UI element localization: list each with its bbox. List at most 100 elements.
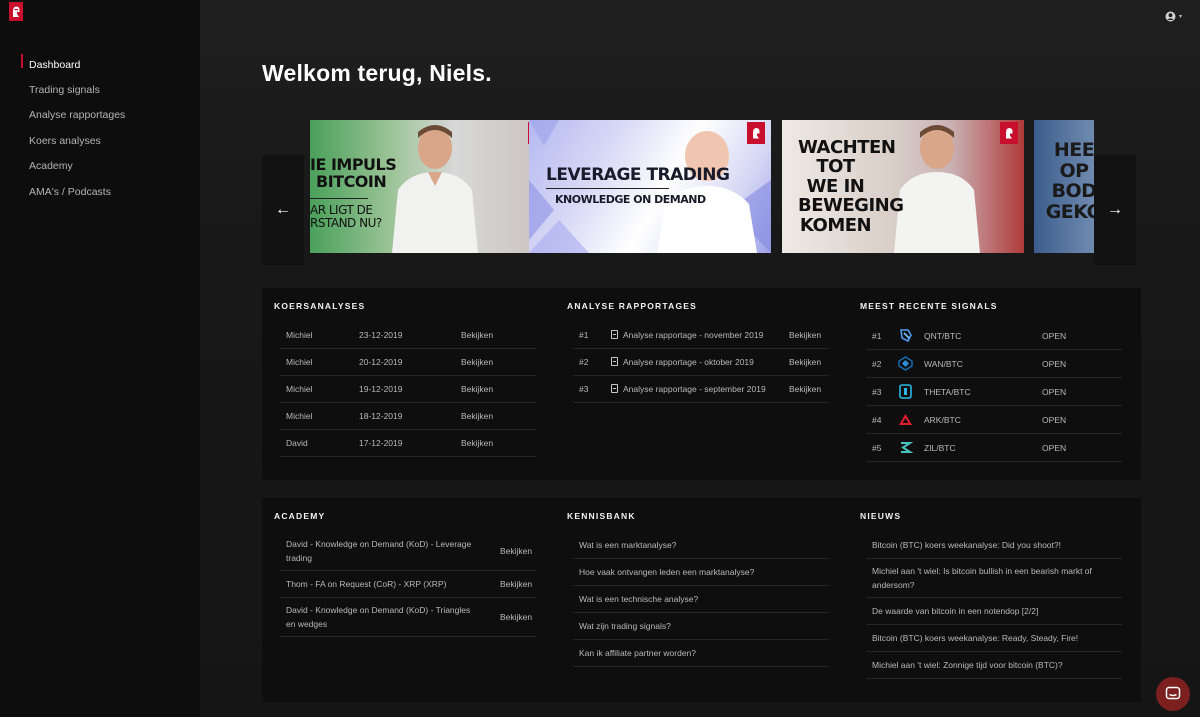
news-link[interactable]: Michiel aan 't wiel: Zonnige tijd voor b… bbox=[872, 660, 1063, 670]
sidebar-item-trading-signals[interactable]: Trading signals bbox=[0, 77, 125, 102]
list-item[interactable]: Wat is een technische analyse? bbox=[573, 586, 829, 613]
signal-row[interactable]: #3 THETA/BTC OPEN bbox=[866, 378, 1122, 406]
section-title: KENNISBANK bbox=[567, 511, 636, 521]
faq-link[interactable]: Wat is een technische analyse? bbox=[579, 594, 698, 604]
logo[interactable] bbox=[9, 2, 23, 21]
analyse-rapportages-section: ANALYSE RAPPORTAGES #1 Analyse rapportag… bbox=[555, 288, 829, 403]
sidebar-item-analyse-rapportages[interactable]: Analyse rapportages bbox=[0, 103, 125, 128]
view-link[interactable]: Bekijken bbox=[789, 384, 821, 394]
table-row[interactable]: Michiel 18-12-2019 Bekijken bbox=[280, 403, 536, 430]
video-card[interactable]: IE IMPULS BITCOIN AR LIGT DE RSTAND NU? bbox=[310, 120, 552, 253]
zil-icon bbox=[901, 442, 913, 453]
divider bbox=[310, 198, 368, 199]
section-title: ANALYSE RAPPORTAGES bbox=[567, 301, 698, 311]
brand-badge bbox=[1000, 122, 1018, 144]
list-item[interactable]: Kan ik affiliate partner worden? bbox=[573, 640, 829, 667]
sidebar-item-koers-analyses[interactable]: Koers analyses bbox=[0, 128, 125, 153]
signal-row[interactable]: #2 WAN/BTC OPEN bbox=[866, 350, 1122, 378]
view-link[interactable]: Bekijken bbox=[461, 411, 493, 421]
view-link[interactable]: Bekijken bbox=[461, 438, 493, 448]
chat-bubble-icon bbox=[1165, 686, 1181, 700]
news-link[interactable]: Bitcoin (BTC) koers weekanalyse: Did you… bbox=[872, 540, 1061, 550]
card-title-line: BOD bbox=[1051, 180, 1094, 203]
table-row[interactable]: David - Knowledge on Demand (KoD) - Tria… bbox=[280, 598, 536, 638]
rank: #4 bbox=[872, 414, 882, 425]
knight-helmet-icon bbox=[13, 6, 20, 17]
pair: THETA/BTC bbox=[924, 386, 971, 397]
list-item[interactable]: Hoe vaak ontvangen leden een marktanalys… bbox=[573, 559, 829, 586]
table-row[interactable]: #3 Analyse rapportage - september 2019 B… bbox=[573, 376, 829, 403]
news-link[interactable]: Michiel aan 't wiel: Is bitcoin bullish … bbox=[872, 564, 1112, 592]
faq-link[interactable]: Wat is een marktanalyse? bbox=[579, 540, 676, 550]
author: Michiel bbox=[286, 357, 313, 367]
table-row[interactable]: #1 Analyse rapportage - november 2019 Be… bbox=[573, 322, 829, 349]
list-item[interactable]: Wat is een marktanalyse? bbox=[573, 532, 829, 559]
carousel-prev-button[interactable]: ← bbox=[262, 155, 304, 265]
video-card[interactable]: WACHTEN TOT WE IN BEWEGING KOMEN bbox=[782, 120, 1024, 253]
video-card[interactable]: HEE OP BOD GEKO bbox=[1034, 120, 1094, 253]
signal-row[interactable]: #5 ZIL/BTC OPEN bbox=[866, 434, 1122, 462]
view-link[interactable]: Bekijken bbox=[500, 579, 532, 589]
date: 19-12-2019 bbox=[359, 384, 403, 394]
status-badge: OPEN bbox=[1042, 330, 1067, 341]
faq-link[interactable]: Kan ik affiliate partner worden? bbox=[579, 648, 696, 658]
section-title: MEEST RECENTE SIGNALS bbox=[860, 301, 998, 311]
sidebar-item-amas-podcasts[interactable]: AMA's / Podcasts bbox=[0, 179, 125, 204]
card-title-line: BEWEGING bbox=[798, 195, 904, 217]
table-row[interactable]: Michiel 19-12-2019 Bekijken bbox=[280, 376, 536, 403]
list-item[interactable]: Wat zijn trading signals? bbox=[573, 613, 829, 640]
presenter-image bbox=[392, 125, 478, 253]
pair: ARK/BTC bbox=[924, 414, 961, 425]
table-row[interactable]: David 17-12-2019 Bekijken bbox=[280, 430, 536, 457]
table-row[interactable]: Thom - FA on Request (CoR) - XRP (XRP) B… bbox=[280, 571, 536, 599]
qnt-icon bbox=[900, 329, 912, 343]
video-card[interactable]: LEVERAGE TRADING KNOWLEDGE ON DEMAND bbox=[529, 120, 771, 253]
carousel-next-button[interactable]: → bbox=[1094, 155, 1136, 265]
table-row[interactable]: #2 Analyse rapportage - oktober 2019 Bek… bbox=[573, 349, 829, 376]
faq-link[interactable]: Wat zijn trading signals? bbox=[579, 621, 671, 631]
wan-icon bbox=[898, 356, 913, 371]
table-row[interactable]: Michiel 20-12-2019 Bekijken bbox=[280, 349, 536, 376]
card-title-line: OP bbox=[1059, 159, 1089, 182]
list-item[interactable]: Michiel aan 't wiel: Zonnige tijd voor b… bbox=[866, 652, 1122, 680]
card-title-line: KOMEN bbox=[799, 214, 872, 236]
status-badge: OPEN bbox=[1042, 442, 1067, 453]
view-link[interactable]: Bekijken bbox=[461, 330, 493, 340]
news-link[interactable]: Bitcoin (BTC) koers weekanalyse: Ready, … bbox=[872, 633, 1078, 643]
view-link[interactable]: Bekijken bbox=[500, 612, 532, 622]
status-badge: OPEN bbox=[1042, 386, 1067, 397]
table-row[interactable]: Michiel 23-12-2019 Bekijken bbox=[280, 322, 536, 349]
view-link[interactable]: Bekijken bbox=[789, 330, 821, 340]
card-title-line: BITCOIN bbox=[316, 172, 387, 192]
card-title-line: IE IMPULS bbox=[310, 155, 397, 174]
content-panel: ACADEMY David - Knowledge on Demand (KoD… bbox=[262, 498, 1141, 702]
chevron-down-icon: ▾ bbox=[1178, 14, 1182, 20]
list-item[interactable]: Bitcoin (BTC) koers weekanalyse: Did you… bbox=[866, 532, 1122, 559]
sidebar-item-academy[interactable]: Academy bbox=[0, 154, 125, 179]
knight-helmet-icon bbox=[1006, 128, 1013, 139]
list-item[interactable]: Michiel aan 't wiel: Is bitcoin bullish … bbox=[866, 559, 1122, 599]
list-item[interactable]: De waarde van bitcoin in een notendop [2… bbox=[866, 598, 1122, 626]
theta-icon bbox=[899, 384, 912, 399]
chat-button[interactable] bbox=[1156, 677, 1190, 711]
sidebar-item-dashboard[interactable]: Dashboard bbox=[0, 52, 125, 77]
rank: #3 bbox=[872, 386, 882, 397]
view-link[interactable]: Bekijken bbox=[461, 384, 493, 394]
user-menu[interactable]: ▾ bbox=[1165, 11, 1182, 22]
view-link[interactable]: Bekijken bbox=[789, 357, 821, 367]
divider bbox=[546, 188, 669, 189]
author: David bbox=[286, 438, 308, 448]
view-link[interactable]: Bekijken bbox=[461, 357, 493, 367]
report-name: Analyse rapportage - september 2019 bbox=[623, 384, 766, 394]
signal-row[interactable]: #1 QNT/BTC OPEN bbox=[866, 322, 1122, 350]
presenter-image bbox=[657, 131, 757, 253]
view-link[interactable]: Bekijken bbox=[500, 546, 532, 556]
faq-link[interactable]: Hoe vaak ontvangen leden een marktanalys… bbox=[579, 567, 754, 577]
signal-row[interactable]: #4 ARK/BTC OPEN bbox=[866, 406, 1122, 434]
news-link[interactable]: De waarde van bitcoin in een notendop [2… bbox=[872, 606, 1038, 616]
list-item[interactable]: Bitcoin (BTC) koers weekanalyse: Ready, … bbox=[866, 625, 1122, 653]
academy-list: David - Knowledge on Demand (KoD) - Leve… bbox=[280, 532, 536, 638]
course-name: David - Knowledge on Demand (KoD) - Tria… bbox=[286, 605, 471, 630]
card-subtitle-line: RSTAND NU? bbox=[310, 215, 382, 230]
table-row[interactable]: David - Knowledge on Demand (KoD) - Leve… bbox=[280, 532, 536, 572]
